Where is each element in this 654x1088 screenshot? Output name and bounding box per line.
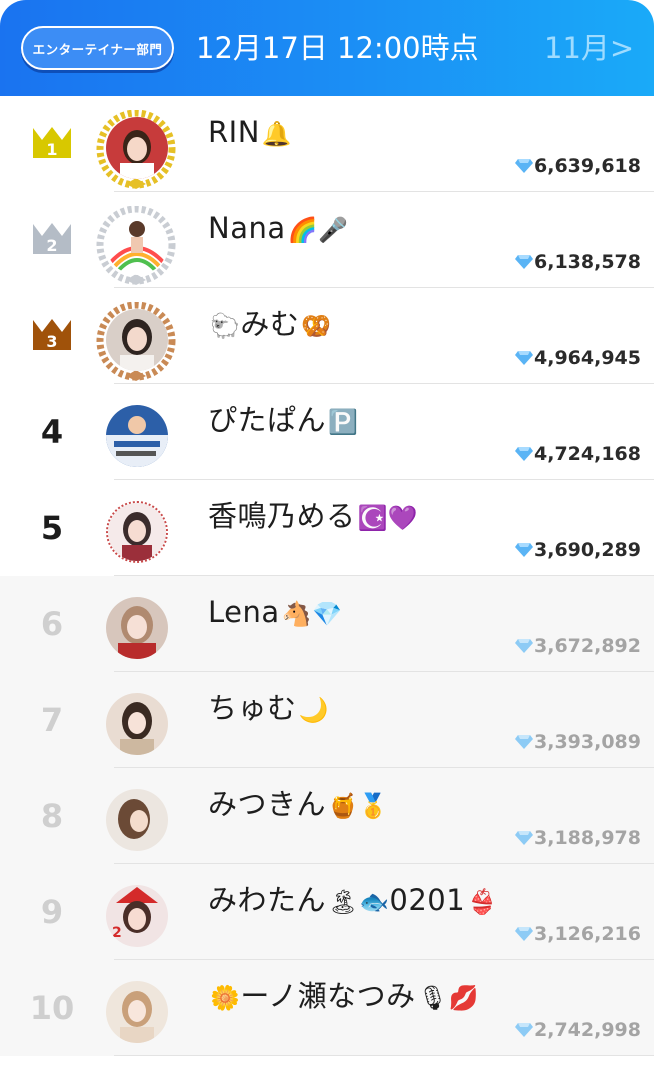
avatar[interactable] — [96, 782, 176, 862]
score: 4,724,168 — [515, 440, 641, 468]
ranking-row[interactable]: 1 RIN🔔 6,639,618 — [0, 96, 654, 192]
avatar[interactable] — [96, 110, 176, 190]
ranking-row[interactable]: 9 2 みわたん🏝🐟0201👙 3,126,216 — [0, 864, 654, 960]
ranking-card: エンターテイナー部門 12月17日 12:00時点 11月> 1 RIN🔔 6,… — [0, 0, 654, 1088]
svg-text:2: 2 — [112, 925, 122, 941]
rank-number: 6 — [40, 605, 64, 643]
user-name[interactable]: 🐑みむ🥨 — [208, 304, 332, 346]
diamond-icon — [515, 927, 534, 941]
avatar-image — [106, 597, 168, 659]
rank-number: 10 — [29, 989, 75, 1027]
rank-number: 7 — [40, 701, 64, 739]
ranking-row[interactable]: 10 🌼ーノ瀬なつみ🎙💋 2,742,998 — [0, 960, 654, 1056]
user-name[interactable]: みつきん🍯🥇 — [208, 784, 389, 826]
avatar-image — [106, 117, 168, 179]
avatar[interactable] — [96, 494, 176, 574]
avatar-image: 2 — [106, 885, 168, 947]
name-emoji: 🔔 — [261, 120, 293, 148]
avatar-image — [106, 309, 168, 371]
user-name[interactable]: 香鳴乃める☪️💜 — [208, 496, 418, 538]
diamond-icon — [515, 639, 534, 653]
ranking-row[interactable]: 6 Lena🐴💎 3,672,892 — [0, 576, 654, 672]
score: 6,138,578 — [515, 248, 641, 276]
previous-month-link[interactable]: 11月> — [544, 28, 634, 68]
avatar[interactable]: 2 — [96, 878, 176, 958]
silver-crown-icon: 2 — [33, 223, 71, 255]
crown-rank-number: 3 — [46, 332, 57, 351]
diamond-icon — [515, 831, 534, 845]
avatar-image — [106, 405, 168, 467]
name-emoji: 🥨 — [301, 312, 332, 340]
user-name[interactable]: ちゅむ🌙 — [208, 688, 329, 730]
bronze-crown-icon: 3 — [33, 319, 71, 351]
rank-number: 8 — [40, 797, 64, 835]
name-suffix-emoji: 👙 — [467, 888, 498, 916]
crown-rank-number: 2 — [46, 236, 57, 255]
diamond-icon — [515, 1023, 534, 1037]
ranking-row[interactable]: 7 ちゅむ🌙 3,393,089 — [0, 672, 654, 768]
avatar[interactable] — [96, 398, 176, 478]
score: 3,672,892 — [515, 632, 641, 660]
ranking-row[interactable]: 4 ぴたぱん🅿️ 4,724,168 — [0, 384, 654, 480]
avatar-image — [106, 981, 168, 1043]
ranking-row[interactable]: 8 みつきん🍯🥇 3,188,978 — [0, 768, 654, 864]
name-emoji: ☪️💜 — [357, 504, 419, 532]
avatar[interactable] — [96, 974, 176, 1054]
category-button[interactable]: エンターテイナー部門 — [21, 26, 174, 70]
diamond-icon — [515, 159, 534, 173]
score: 3,126,216 — [515, 920, 641, 948]
user-name[interactable]: ぴたぱん🅿️ — [208, 400, 358, 442]
name-emoji: 🌈🎤 — [287, 216, 349, 244]
row-divider — [114, 1054, 654, 1056]
score: 3,690,289 — [515, 536, 641, 564]
rank-number: 5 — [40, 509, 64, 547]
name-emoji: 🍯🥇 — [328, 792, 389, 820]
user-name[interactable]: 🌼ーノ瀬なつみ🎙💋 — [208, 976, 479, 1018]
user-name[interactable]: Nana🌈🎤 — [208, 208, 348, 250]
name-emoji: 🅿️ — [328, 408, 359, 436]
user-name[interactable]: Lena🐴💎 — [208, 592, 342, 634]
rank-number: 9 — [40, 893, 64, 931]
ranking-datetime: 12月17日 12:00時点 — [196, 31, 479, 65]
avatar-image — [106, 213, 168, 275]
avatar[interactable] — [96, 686, 176, 766]
score: 3,188,978 — [515, 824, 641, 852]
score: 4,964,945 — [515, 344, 641, 372]
name-emoji: 🌙 — [298, 696, 329, 724]
name-lead-emoji: 🐑 — [210, 312, 241, 340]
diamond-icon — [515, 447, 534, 461]
rank-number: 4 — [40, 413, 64, 451]
name-emoji: 🏝🐟 — [328, 888, 390, 916]
name-lead-emoji: 🌼 — [210, 984, 241, 1012]
score: 2,742,998 — [515, 1016, 641, 1044]
name-emoji: 🐴💎 — [281, 600, 343, 628]
diamond-icon — [515, 255, 534, 269]
user-name[interactable]: みわたん🏝🐟0201👙 — [208, 880, 498, 922]
score: 6,639,618 — [515, 152, 641, 180]
diamond-icon — [515, 351, 534, 365]
ranking-header: エンターテイナー部門 12月17日 12:00時点 11月> — [0, 0, 654, 96]
gold-crown-icon: 1 — [33, 127, 71, 159]
ranking-row[interactable]: 3 🐑みむ🥨 4,964,945 — [0, 288, 654, 384]
score: 3,393,089 — [515, 728, 641, 756]
diamond-icon — [515, 543, 534, 557]
name-emoji: 🎙💋 — [417, 984, 480, 1012]
ranking-row[interactable]: 5 香鳴乃める☪️💜 3,690,289 — [0, 480, 654, 576]
avatar[interactable] — [96, 206, 176, 286]
user-name[interactable]: RIN🔔 — [208, 112, 292, 154]
avatar-image — [106, 789, 168, 851]
avatar-image — [106, 501, 168, 563]
crown-rank-number: 1 — [46, 140, 57, 159]
avatar[interactable] — [96, 590, 176, 670]
ranking-list: 1 RIN🔔 6,639,618 2 Nana🌈🎤 6,138,578 3 🐑み… — [0, 96, 654, 1056]
avatar[interactable] — [96, 302, 176, 382]
avatar-image — [106, 693, 168, 755]
diamond-icon — [515, 735, 534, 749]
ranking-row[interactable]: 2 Nana🌈🎤 6,138,578 — [0, 192, 654, 288]
